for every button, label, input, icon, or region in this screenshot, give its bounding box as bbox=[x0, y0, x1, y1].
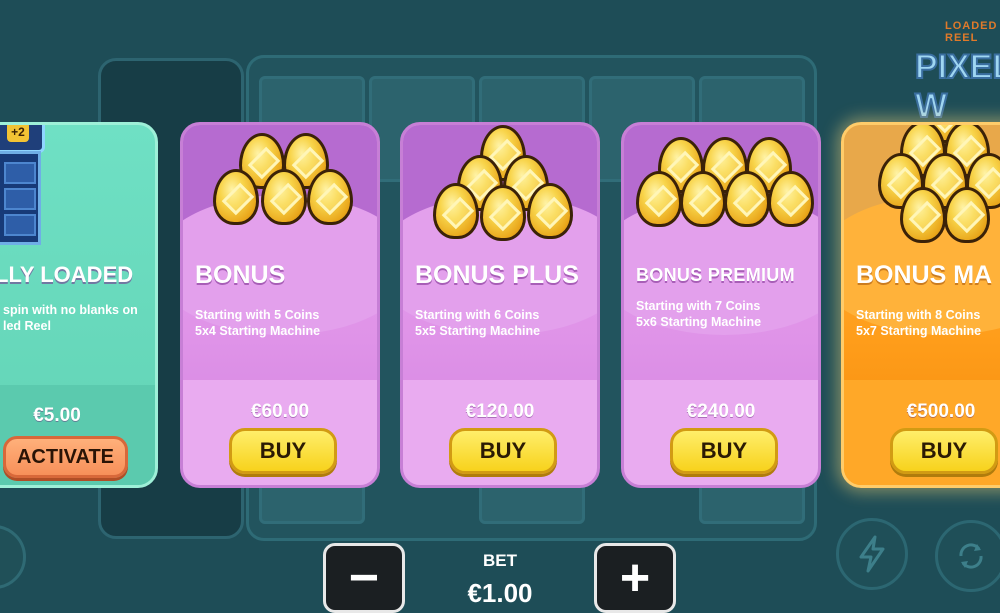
card-title: BONUS PLUS bbox=[415, 261, 579, 289]
card-description: Starting with 8 Coins 5x7 Starting Machi… bbox=[856, 308, 982, 338]
card-description: Starting with 6 Coins 5x5 Starting Machi… bbox=[415, 308, 541, 338]
logo-title: PIXEL W bbox=[914, 47, 1000, 126]
card-description: Starting with 7 Coins 5x6 Starting Machi… bbox=[636, 299, 762, 329]
bet-value: €1.00 bbox=[467, 578, 533, 608]
card-title: LLY LOADED bbox=[0, 262, 134, 287]
lightning-icon bbox=[859, 535, 885, 573]
feature-card-fully-loaded: +2 LLY LOADED spin with no blanks on led… bbox=[0, 122, 158, 488]
card-price: €120.00 bbox=[465, 401, 535, 422]
bet-increase-button[interactable]: + bbox=[594, 543, 676, 613]
buy-button[interactable]: BUY bbox=[229, 428, 337, 474]
card-description: spin with no blanks on led Reel bbox=[3, 303, 138, 333]
feature-card-bonus-max: BONUS MA Starting with 8 Coins 5x7 Start… bbox=[841, 122, 1000, 488]
card-title: BONUS bbox=[195, 261, 286, 289]
card-price: €240.00 bbox=[686, 401, 756, 422]
card-price: €60.00 bbox=[250, 401, 310, 422]
buy-button[interactable]: BUY bbox=[890, 428, 998, 474]
badge: +2 bbox=[0, 125, 45, 153]
activate-button[interactable]: ACTIVATE bbox=[3, 436, 128, 478]
turbo-button[interactable] bbox=[836, 518, 908, 590]
buy-button[interactable]: BUY bbox=[670, 428, 778, 474]
autoplay-button[interactable] bbox=[935, 520, 1000, 592]
autoplay-icon bbox=[959, 543, 983, 569]
logo-subtitle: LOADED REEL bbox=[945, 20, 998, 44]
game-logo: LOADED REEL PIXEL W bbox=[905, 20, 1000, 126]
card-title: BONUS MA bbox=[856, 261, 993, 289]
side-button[interactable] bbox=[0, 525, 26, 589]
reel-tower-icon: +2 bbox=[0, 125, 45, 245]
buy-button[interactable]: BUY bbox=[449, 428, 557, 474]
feature-card-bonus: BONUS Starting with 5 Coins 5x4 Starting… bbox=[180, 122, 380, 488]
bet-label: BET bbox=[483, 551, 517, 570]
feature-card-bonus-premium: BONUS PREMIUM Starting with 7 Coins 5x6 … bbox=[621, 122, 821, 488]
bet-decrease-button[interactable]: − bbox=[323, 543, 405, 613]
card-description: Starting with 5 Coins 5x4 Starting Machi… bbox=[195, 308, 321, 338]
card-price: €500.00 bbox=[906, 401, 976, 422]
badge-count: +2 bbox=[7, 125, 29, 142]
card-price: €5.00 bbox=[33, 405, 81, 426]
card-title: BONUS PREMIUM bbox=[636, 265, 795, 285]
feature-card-bonus-plus: BONUS PLUS Starting with 6 Coins 5x5 Sta… bbox=[400, 122, 600, 488]
